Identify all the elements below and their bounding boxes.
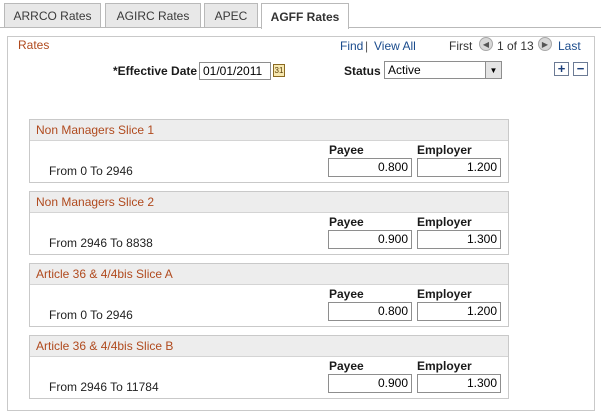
delete-row-button[interactable]: − xyxy=(573,62,588,76)
next-icon[interactable]: ▶ xyxy=(538,37,552,51)
employer-field[interactable]: 1.200 xyxy=(417,302,501,321)
effective-date-label: *Effective Date xyxy=(113,64,198,78)
payee-header: Payee xyxy=(329,215,364,229)
slice-box: Non Managers Slice 1 Payee Employer From… xyxy=(29,119,509,183)
payee-field[interactable]: 0.900 xyxy=(328,374,412,393)
employer-header: Employer xyxy=(417,143,472,157)
slice-range: From 0 To 2946 xyxy=(49,308,133,322)
slice-title: Non Managers Slice 1 xyxy=(36,123,155,137)
employer-field[interactable]: 1.300 xyxy=(417,374,501,393)
employer-field[interactable]: 1.200 xyxy=(417,158,501,177)
slice-header: Non Managers Slice 2 xyxy=(30,192,508,213)
employer-header: Employer xyxy=(417,359,472,373)
tab-label: ARRCO Rates xyxy=(13,9,92,23)
slice-title: Article 36 & 4/4bis Slice B xyxy=(36,339,174,353)
status-value: Active xyxy=(388,63,421,77)
employer-header: Employer xyxy=(417,287,472,301)
tab-label: AGIRC Rates xyxy=(116,9,190,23)
tab-label: APEC xyxy=(214,9,248,23)
add-row-button[interactable]: + xyxy=(554,62,569,76)
payee-field[interactable]: 0.900 xyxy=(328,230,412,249)
payee-field[interactable]: 0.800 xyxy=(328,302,412,321)
slice-header: Article 36 & 4/4bis Slice B xyxy=(30,336,508,357)
payee-header: Payee xyxy=(329,359,364,373)
rates-title: Rates xyxy=(18,38,50,52)
link-separator: | xyxy=(365,39,369,53)
rates-group: Rates Find | View All First ◀ 1 of 13 ▶ … xyxy=(7,36,595,411)
tab-apec[interactable]: APEC xyxy=(204,3,258,28)
slice-title: Non Managers Slice 2 xyxy=(36,195,155,209)
payee-header: Payee xyxy=(329,143,364,157)
slice-header: Non Managers Slice 1 xyxy=(30,120,508,141)
status-label: Status xyxy=(344,64,381,78)
employer-header: Employer xyxy=(417,215,472,229)
slice-box: Non Managers Slice 2 Payee Employer From… xyxy=(29,191,509,255)
slice-header: Article 36 & 4/4bis Slice A xyxy=(30,264,508,285)
last-link[interactable]: Last xyxy=(558,39,581,53)
tab-agirc-rates[interactable]: AGIRC Rates xyxy=(105,3,201,28)
view-all-link[interactable]: View All xyxy=(374,39,416,53)
payee-header: Payee xyxy=(329,287,364,301)
tab-label: AGFF Rates xyxy=(270,9,340,24)
page-status: 1 of 13 xyxy=(497,39,534,53)
tab-arrco-rates[interactable]: ARRCO Rates xyxy=(4,3,101,28)
status-select[interactable]: Active ▼ xyxy=(384,61,502,79)
tab-agff-rates[interactable]: AGFF Rates xyxy=(261,3,349,29)
slice-range: From 2946 To 8838 xyxy=(49,236,153,250)
chevron-down-icon: ▼ xyxy=(485,62,501,78)
payee-field[interactable]: 0.800 xyxy=(328,158,412,177)
slice-title: Article 36 & 4/4bis Slice A xyxy=(36,267,173,281)
employer-field[interactable]: 1.300 xyxy=(417,230,501,249)
first-label: First xyxy=(449,39,473,53)
find-link[interactable]: Find xyxy=(340,39,363,53)
slice-box: Article 36 & 4/4bis Slice A Payee Employ… xyxy=(29,263,509,327)
slice-range: From 2946 To 11784 xyxy=(49,380,159,394)
effective-date-field[interactable]: 01/01/2011 xyxy=(199,62,271,80)
calendar-icon[interactable]: 31 xyxy=(273,64,285,77)
previous-icon[interactable]: ◀ xyxy=(479,37,493,51)
slice-range: From 0 To 2946 xyxy=(49,164,133,178)
slice-box: Article 36 & 4/4bis Slice B Payee Employ… xyxy=(29,335,509,399)
